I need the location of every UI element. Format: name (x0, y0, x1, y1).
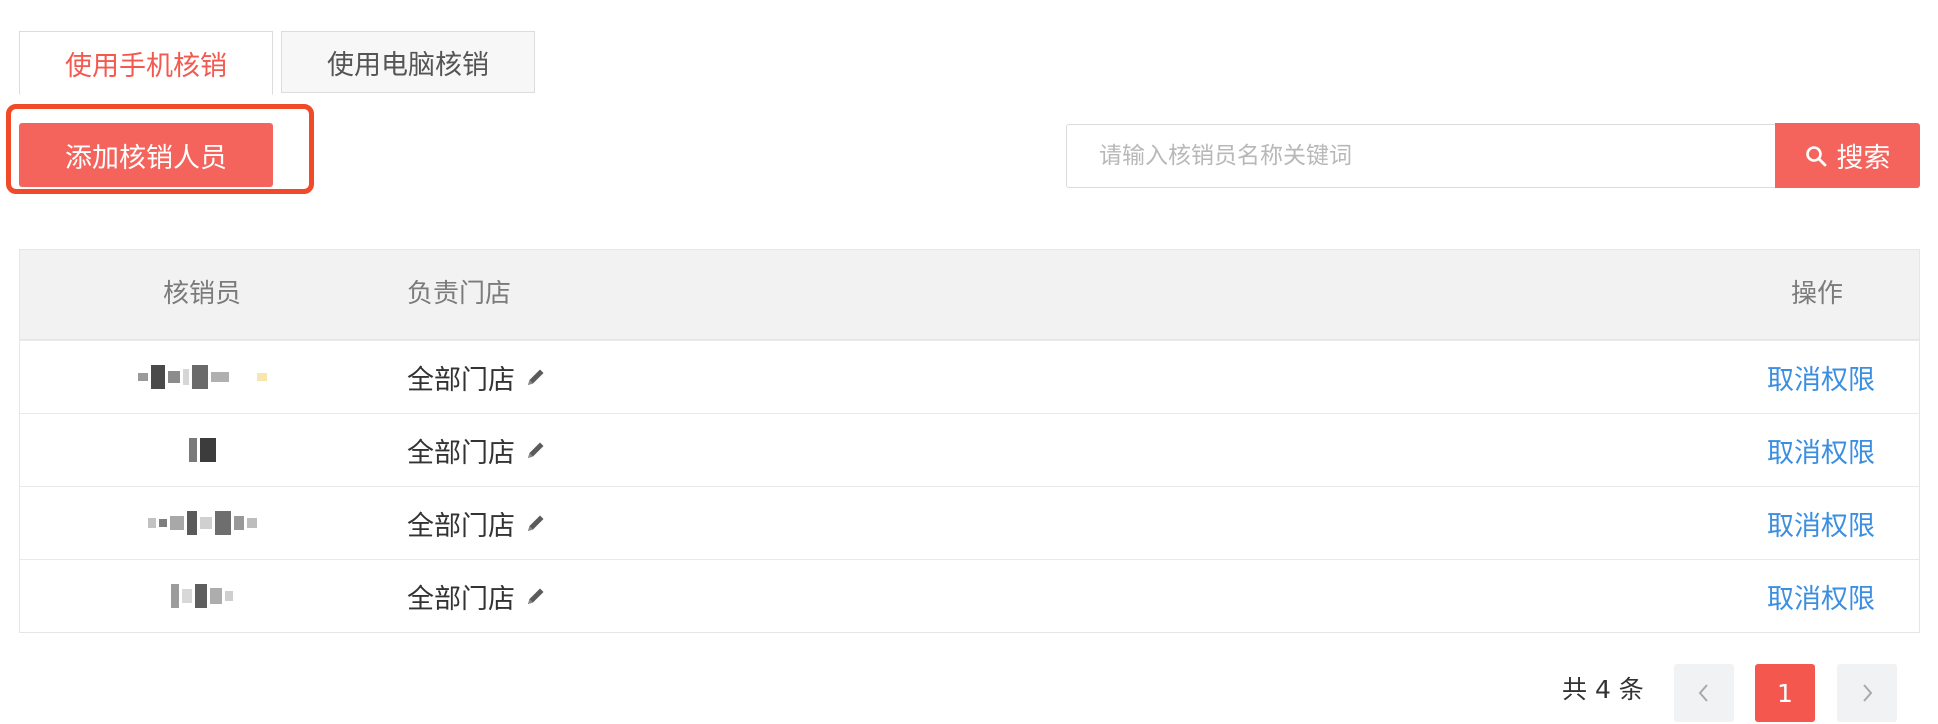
search-button[interactable]: 搜索 (1775, 123, 1920, 188)
store-cell: 全部门店 (407, 414, 547, 486)
staff-table: 核销员 负责门店 操作 全部门店 取消权限 全部门店 取消权限 全部门店 取消权… (19, 249, 1920, 633)
pencil-icon[interactable] (525, 439, 547, 461)
add-staff-button[interactable]: 添加核销人员 (19, 123, 273, 187)
header-action: 操作 (1790, 279, 1843, 309)
staff-name-cell (20, 487, 384, 559)
redacted-name (171, 584, 233, 608)
table-header: 核销员 负责门店 操作 (20, 250, 1919, 340)
search-button-label: 搜索 (1836, 143, 1891, 173)
chevron-left-icon (1698, 684, 1708, 702)
pagination-next-button[interactable] (1837, 664, 1897, 722)
store-cell: 全部门店 (407, 341, 547, 413)
redacted-name (147, 511, 257, 535)
table-row: 全部门店 取消权限 (20, 486, 1919, 559)
table-row: 全部门店 取消权限 (20, 559, 1919, 632)
store-name: 全部门店 (407, 583, 515, 615)
pagination-page-current[interactable]: 1 (1755, 664, 1815, 722)
pagination-total: 共 4 条 (1562, 675, 1644, 704)
pencil-icon[interactable] (525, 512, 547, 534)
revoke-permission-link[interactable]: 取消权限 (1767, 487, 1875, 559)
search-input[interactable] (1066, 124, 1776, 188)
store-name: 全部门店 (407, 437, 515, 469)
chevron-right-icon (1863, 684, 1873, 702)
staff-name-cell (20, 414, 384, 486)
table-row: 全部门店 取消权限 (20, 340, 1919, 413)
store-name: 全部门店 (407, 364, 515, 396)
pencil-icon[interactable] (525, 366, 547, 388)
tab-computer-verification[interactable]: 使用电脑核销 (281, 31, 535, 93)
verification-tabs: 使用手机核销 使用电脑核销 (19, 31, 535, 95)
header-store: 负责门店 (407, 279, 512, 309)
revoke-permission-link[interactable]: 取消权限 (1767, 341, 1875, 413)
search-icon (1805, 145, 1826, 166)
pencil-icon[interactable] (525, 585, 547, 607)
revoke-permission-link[interactable]: 取消权限 (1767, 560, 1875, 632)
store-name: 全部门店 (407, 510, 515, 542)
staff-name-cell (20, 560, 384, 632)
redacted-name (137, 365, 267, 389)
revoke-permission-link[interactable]: 取消权限 (1767, 414, 1875, 486)
store-cell: 全部门店 (407, 560, 547, 632)
table-row: 全部门店 取消权限 (20, 413, 1919, 486)
tab-mobile-verification[interactable]: 使用手机核销 (19, 31, 273, 95)
header-staff: 核销员 (162, 279, 241, 309)
pagination-prev-button[interactable] (1674, 664, 1734, 722)
store-cell: 全部门店 (407, 487, 547, 559)
staff-name-cell (20, 341, 384, 413)
redacted-name (188, 438, 216, 462)
